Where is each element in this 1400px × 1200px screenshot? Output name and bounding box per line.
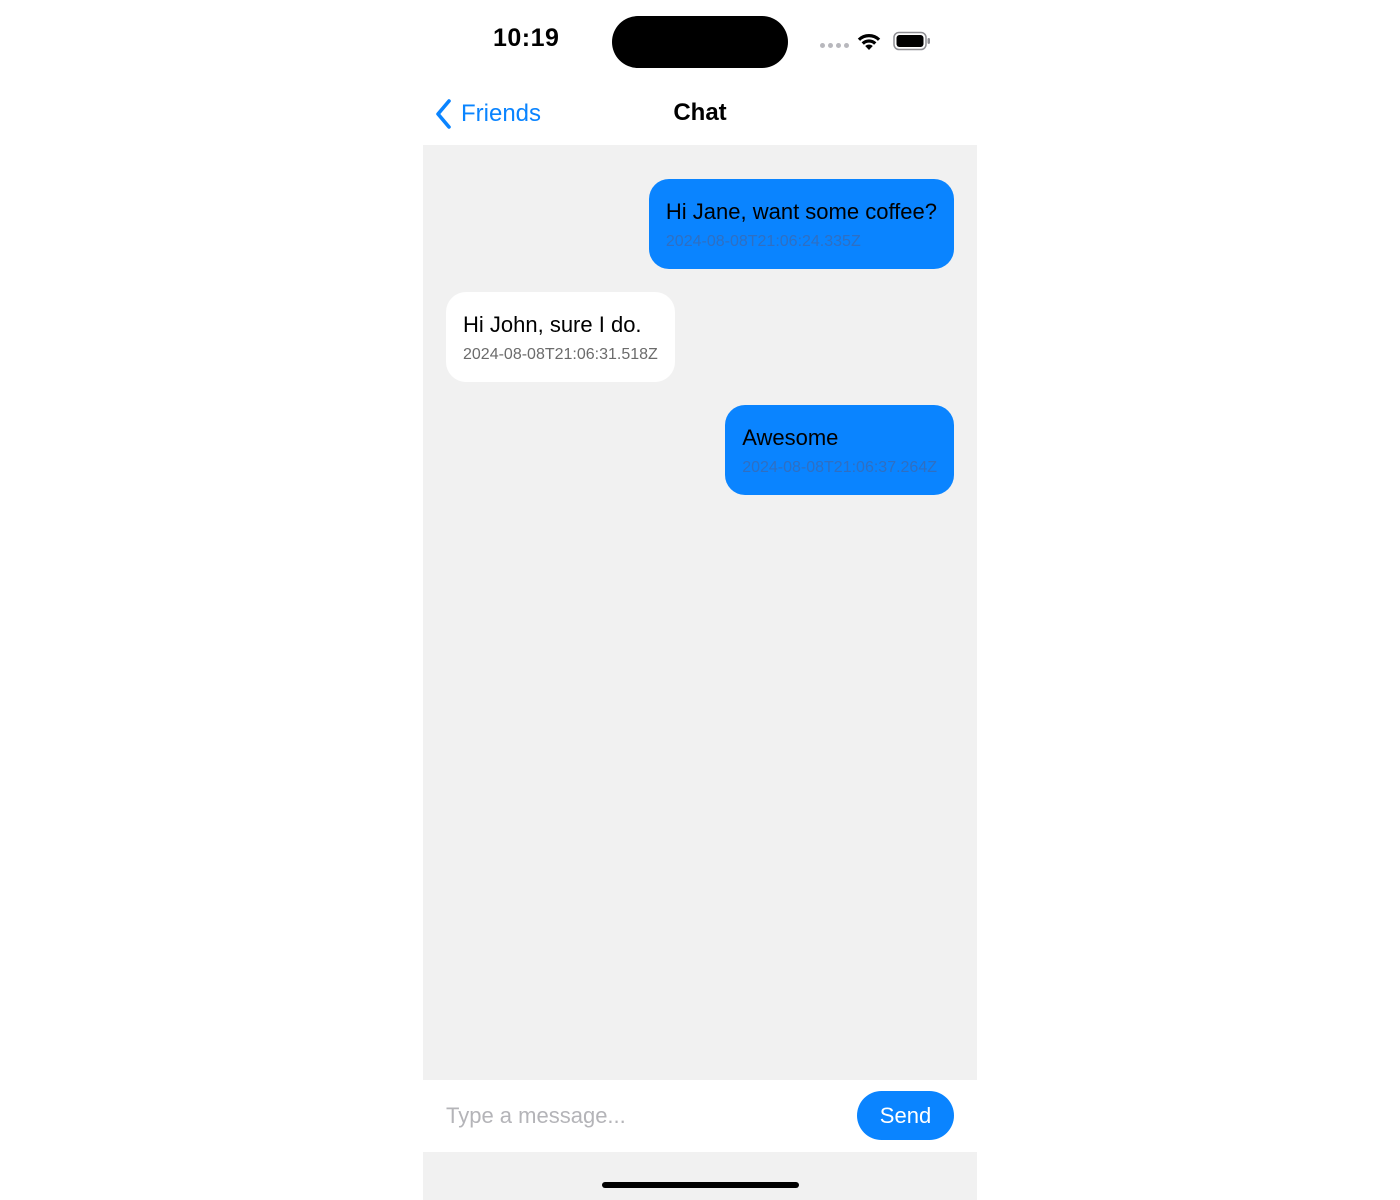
message-text: Hi John, sure I do. <box>463 312 642 337</box>
message-text: Awesome <box>742 425 839 450</box>
message-timestamp: 2024-08-08T21:06:31.518Z <box>463 346 658 363</box>
message-input[interactable] <box>433 1096 833 1136</box>
back-button[interactable]: Friends <box>433 96 541 132</box>
phone-screen: 10:19 Friends Chat Hi Jane, want some co… <box>423 0 977 1200</box>
cellular-signal-icon <box>820 43 850 49</box>
message-composer: Send <box>423 1080 977 1152</box>
battery-icon <box>893 31 930 51</box>
outgoing-message-bubble[interactable]: Awesome 2024-08-08T21:06:37.264Z <box>725 405 954 495</box>
status-bar: 10:19 <box>423 0 977 84</box>
chat-message-list[interactable]: Hi Jane, want some coffee? 2024-08-08T21… <box>423 145 977 1080</box>
outgoing-message-bubble[interactable]: Hi Jane, want some coffee? 2024-08-08T21… <box>648 179 954 269</box>
message-timestamp: 2024-08-08T21:06:24.335Z <box>665 233 861 250</box>
wifi-icon <box>857 33 881 50</box>
navigation-bar: Friends Chat <box>423 84 977 145</box>
dynamic-island <box>612 16 788 68</box>
message-text: Hi Jane, want some coffee? <box>665 199 937 224</box>
message-row: Awesome 2024-08-08T21:06:37.264Z <box>446 405 954 495</box>
message-row: Hi John, sure I do. 2024-08-08T21:06:31.… <box>446 292 954 382</box>
chevron-left-icon <box>436 99 451 129</box>
send-button[interactable]: Send <box>857 1091 954 1140</box>
status-time: 10:19 <box>493 24 560 52</box>
incoming-message-bubble[interactable]: Hi John, sure I do. 2024-08-08T21:06:31.… <box>446 292 675 382</box>
message-timestamp: 2024-08-08T21:06:37.264Z <box>742 459 937 476</box>
page-title: Chat <box>673 99 727 126</box>
back-button-label: Friends <box>461 100 542 127</box>
message-row: Hi Jane, want some coffee? 2024-08-08T21… <box>446 179 954 269</box>
home-indicator-area <box>423 1152 977 1200</box>
home-indicator[interactable] <box>602 1182 799 1188</box>
